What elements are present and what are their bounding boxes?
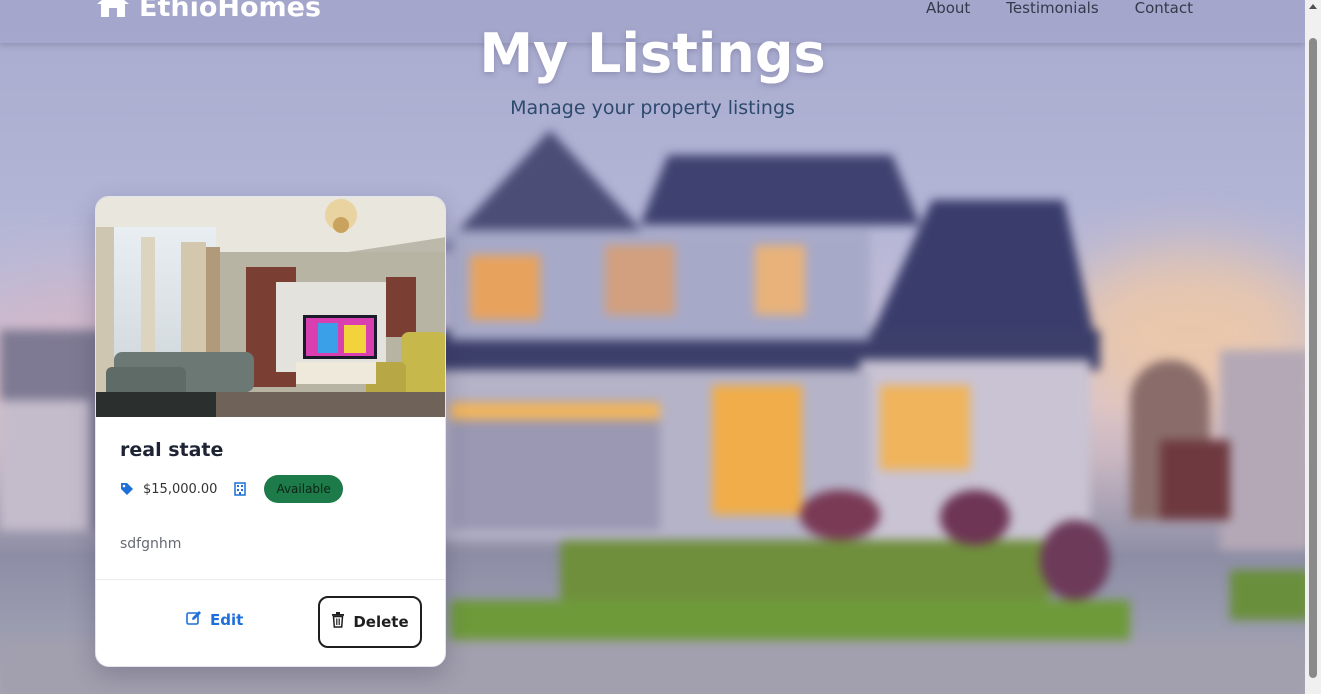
nav-link-testimonials[interactable]: Testimonials [1006, 0, 1098, 17]
nav-link-contact[interactable]: Contact [1135, 0, 1193, 17]
brand-name: EthioHomes [139, 0, 322, 23]
page-subtitle: Manage your property listings [510, 97, 795, 119]
page-title: My Listings [479, 22, 826, 85]
trash-icon [331, 612, 345, 632]
listing-meta: $15,000.00 Available [120, 475, 421, 503]
listing-title: real state [120, 439, 224, 461]
listing-price: $15,000.00 [143, 481, 218, 497]
scrollbar-thumb[interactable] [1309, 38, 1317, 678]
page-scrollbar[interactable] [1305, 0, 1321, 694]
price-tag-icon [120, 482, 134, 496]
listing-actions: Edit Delete [96, 579, 445, 666]
delete-button[interactable]: Delete [318, 596, 422, 648]
building-icon [233, 482, 247, 496]
listing-description: sdfgnhm [120, 536, 182, 552]
status-badge: Available [264, 475, 343, 503]
delete-button-label: Delete [353, 613, 409, 631]
edit-button-label: Edit [210, 611, 244, 629]
nav-link-about[interactable]: About [926, 0, 970, 17]
scroll-up-arrow-icon[interactable] [1309, 4, 1317, 9]
edit-icon [186, 610, 202, 630]
listing-image [96, 197, 445, 417]
nav-links: About Testimonials Contact [926, 0, 1193, 17]
edit-button[interactable]: Edit [186, 610, 243, 630]
listing-card: real state $15,000.00 Available sdfgnhm … [95, 196, 446, 667]
